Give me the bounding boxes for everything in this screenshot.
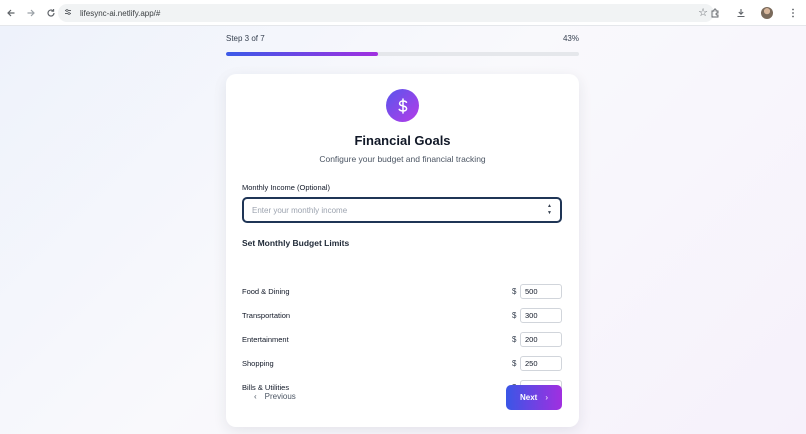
budget-row-entertainment: Entertainment $ 200 — [242, 332, 562, 347]
progress-bar — [226, 52, 579, 56]
budget-label: Entertainment — [242, 335, 289, 344]
progress-section: Step 3 of 7 43% — [226, 34, 579, 56]
extensions-icon[interactable] — [702, 3, 728, 23]
budget-input[interactable]: 500 — [520, 284, 562, 299]
chevron-left-icon: ‹ — [254, 391, 257, 401]
budget-input[interactable]: 200 — [520, 332, 562, 347]
avatar — [761, 7, 773, 19]
income-field[interactable]: ▲ ▼ — [242, 197, 562, 223]
budget-heading: Set Monthly Budget Limits — [242, 238, 350, 248]
url-text[interactable]: lifesync-ai.netlify.app/# — [80, 9, 160, 18]
budget-row-transportation: Transportation $ 300 — [242, 308, 562, 323]
income-label: Monthly Income (Optional) — [242, 183, 330, 192]
onboarding-card: Financial Goals Configure your budget an… — [226, 74, 579, 427]
budget-row-shopping: Shopping $ 250 — [242, 356, 562, 371]
next-label: Next — [519, 393, 538, 402]
page-subtitle: Configure your budget and financial trac… — [319, 154, 486, 164]
address-bar[interactable]: lifesync-ai.netlify.app/# ☆ — [58, 4, 714, 22]
stepper-up-icon[interactable]: ▲ — [547, 203, 552, 210]
chevron-right-icon: › — [545, 393, 548, 402]
currency-symbol: $ — [512, 311, 517, 320]
budget-label: Food & Dining — [242, 287, 290, 296]
browser-toolbar: lifesync-ai.netlify.app/# ☆ — [0, 0, 806, 26]
income-input[interactable] — [252, 205, 522, 215]
stepper-down-icon[interactable]: ▼ — [547, 210, 552, 217]
download-icon[interactable] — [728, 3, 754, 23]
budget-label: Shopping — [242, 359, 274, 368]
menu-kebab-icon[interactable] — [780, 3, 806, 23]
previous-label: Previous — [264, 391, 296, 401]
page-title: Financial Goals — [354, 133, 451, 148]
budget-row-food: Food & Dining $ 500 — [242, 284, 562, 299]
budget-label: Transportation — [242, 311, 291, 320]
forward-icon[interactable] — [21, 3, 41, 23]
currency-symbol: $ — [512, 287, 517, 296]
budget-input[interactable]: 250 — [520, 356, 562, 371]
site-info-icon[interactable] — [64, 8, 78, 18]
next-button[interactable]: Next › — [506, 385, 562, 410]
page-content: Step 3 of 7 43% Financial Goals Configur… — [0, 26, 806, 434]
progress-percent: 43% — [562, 34, 579, 43]
currency-symbol: $ — [512, 359, 517, 368]
budget-input[interactable]: 300 — [520, 308, 562, 323]
back-icon[interactable] — [1, 3, 21, 23]
progress-bar-fill — [226, 52, 378, 56]
currency-symbol: $ — [512, 335, 517, 344]
number-stepper[interactable]: ▲ ▼ — [547, 203, 552, 217]
dollar-icon — [386, 89, 419, 122]
profile-avatar[interactable] — [754, 3, 780, 23]
previous-button[interactable]: ‹ Previous — [254, 388, 296, 404]
step-indicator: Step 3 of 7 — [226, 34, 265, 43]
